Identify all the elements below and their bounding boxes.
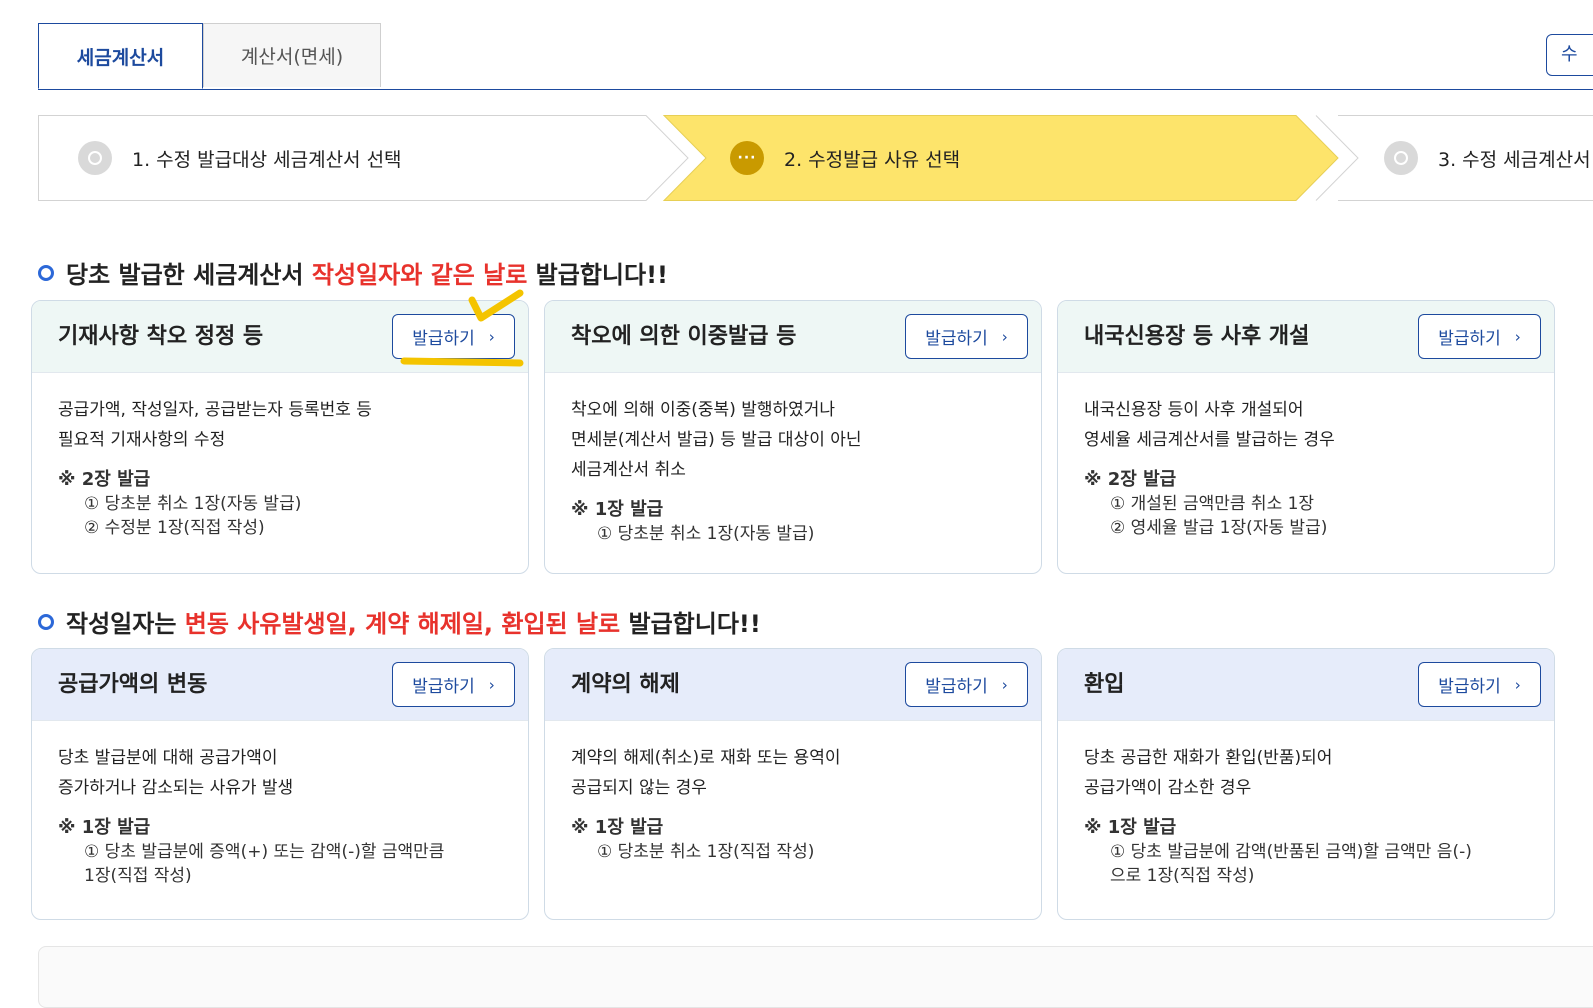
card-title: 착오에 의한 이중발급 등 [571,324,797,349]
step-pending-icon [1384,141,1418,175]
bullet-icon [38,613,54,630]
bullet-icon [38,264,54,281]
step-indicator: 1. 수정 발급대상 세금계산서 선택 ··· 2. 수정발급 사유 선택 3.… [38,115,1593,201]
chevron-right-icon: › [1001,327,1008,346]
card-title: 환입 [1084,672,1125,697]
step-1-label: 1. 수정 발급대상 세금계산서 선택 [132,148,402,171]
card-note: ※ 2장 발급 ① 개설된 금액만큼 취소 1장 ② 영세율 발급 1장(자동 … [1084,469,1328,538]
card-description: 착오에 의해 이중(중복) 발행하였거나 면세분(계산서 발급) 등 발급 대상이… [571,400,862,480]
card-return: 환입 발급하기 › 당초 공급한 재화가 환입(반품)되어 공급가액이 감소한 경우… [1057,648,1555,920]
card-description: 계약의 해제(취소)로 재화 또는 용역이 공급되지 않는 경우 [571,748,841,798]
card-entry-correction: 기재사항 착오 정정 등 발급하기 › 공급가액, 작성일자, 공급받는자 등록번… [31,300,529,574]
bottom-panel [38,946,1593,1008]
card-contract-cancel: 계약의 해제 발급하기 › 계약의 해제(취소)로 재화 또는 용역이 공급되지 않… [544,648,1042,920]
card-note: ※ 1장 발급 ① 당초분 취소 1장(직접 작성) [571,817,815,862]
step-3: 3. 수정 세금계산서 [1384,115,1591,201]
chevron-right-icon: › [488,675,495,694]
card-title: 공급가액의 변동 [58,672,208,697]
issue-button-supply-change[interactable]: 발급하기 › [392,662,515,707]
issue-button-return[interactable]: 발급하기 › [1418,662,1541,707]
card-note: ※ 1장 발급 ① 당초분 취소 1장(자동 발급) [571,499,815,544]
card-title: 내국신용장 등 사후 개설 [1084,324,1310,349]
card-description: 공급가액, 작성일자, 공급받는자 등록번호 등 필요적 기재사항의 수정 [58,400,372,450]
card-duplicate-issue: 착오에 의한 이중발급 등 발급하기 › 착오에 의해 이중(중복) 발행하였거나… [544,300,1042,574]
step-done-icon [78,141,112,175]
top-right-button[interactable]: 수 [1546,34,1593,76]
section-heading-event-date: 작성일자는 변동 사유발생일, 계약 해제일, 환입된 날로 발급합니다!! [38,604,761,639]
card-note: ※ 1장 발급 ① 당초 발급분에 감액(반품된 금액)할 금액만 음(-) 으… [1084,817,1472,886]
chevron-right-icon: › [1001,675,1008,694]
card-note: ※ 2장 발급 ① 당초분 취소 1장(자동 발급) ② 수정분 1장(직접 작… [58,469,302,538]
issue-button-local-lc[interactable]: 발급하기 › [1418,314,1541,359]
issue-button-contract-cancel[interactable]: 발급하기 › [905,662,1028,707]
card-note: ※ 1장 발급 ① 당초 발급분에 증액(+) 또는 감액(-)할 금액만큼 1… [58,817,445,886]
card-local-lc: 내국신용장 등 사후 개설 발급하기 › 내국신용장 등이 사후 개설되어 영세율 … [1057,300,1555,574]
step-in-progress-icon: ··· [730,141,764,175]
card-title: 계약의 해제 [571,672,680,697]
tab-tax-invoice[interactable]: 세금계산서 [38,23,203,89]
card-description: 당초 공급한 재화가 환입(반품)되어 공급가액이 감소한 경우 [1084,748,1333,798]
issue-button-entry-correction[interactable]: 발급하기 › [392,314,515,359]
step-3-label: 3. 수정 세금계산서 [1438,148,1591,171]
step-2: ··· 2. 수정발급 사유 선택 [730,115,960,201]
chevron-right-icon: › [1514,675,1521,694]
chevron-right-icon: › [1514,327,1521,346]
card-supply-change: 공급가액의 변동 발급하기 › 당초 발급분에 대해 공급가액이 증가하거나 감소되… [31,648,529,920]
step-1: 1. 수정 발급대상 세금계산서 선택 [78,115,402,201]
tab-invoice-tax-free[interactable]: 계산서(면세) [203,23,381,87]
card-title: 기재사항 착오 정정 등 [58,324,264,349]
tab-bar: 세금계산서 계산서(면세) [38,23,1593,90]
chevron-right-icon: › [488,327,495,346]
issue-button-duplicate-issue[interactable]: 발급하기 › [905,314,1028,359]
card-description: 내국신용장 등이 사후 개설되어 영세율 세금계산서를 발급하는 경우 [1084,400,1335,450]
card-description: 당초 발급분에 대해 공급가액이 증가하거나 감소되는 사유가 발생 [58,748,294,798]
step-2-label: 2. 수정발급 사유 선택 [784,148,961,171]
section-heading-same-date: 당초 발급한 세금계산서 작성일자와 같은 날로 발급합니다!! [38,255,668,290]
